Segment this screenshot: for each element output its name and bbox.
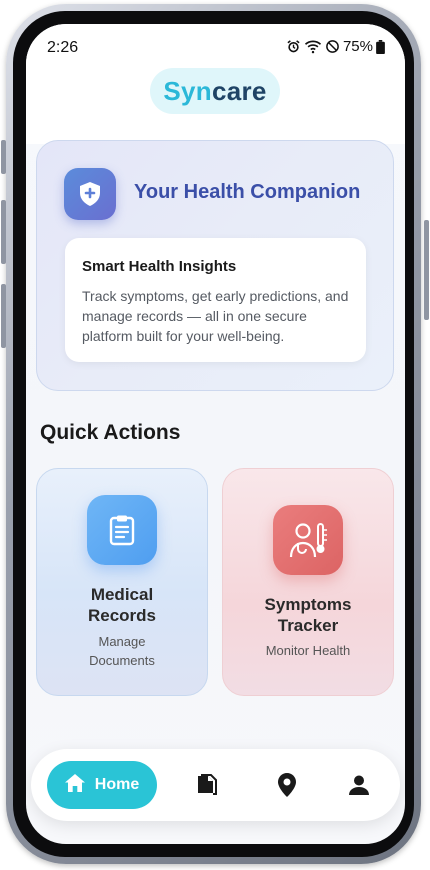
hero-title: Your Health Companion [134, 181, 361, 203]
symptoms-tracker-title-2: Tracker [277, 616, 339, 635]
symptoms-tracker-sub: Monitor Health [265, 643, 351, 658]
symptoms-tracker-title-1: Symptoms [264, 595, 352, 614]
person-icon[interactable] [346, 772, 372, 798]
app-logo: Syn care [150, 68, 280, 114]
do-not-disturb-icon [325, 39, 340, 54]
medical-records-title-2: Records [87, 606, 157, 625]
nav-home-button[interactable]: Home [47, 761, 157, 809]
battery-icon [376, 39, 385, 54]
wifi-icon [304, 39, 322, 54]
doctor-thermometer-icon [273, 505, 343, 575]
medical-records-sub-1: Manage [98, 634, 146, 649]
phone-button-action [1, 140, 6, 174]
home-icon [64, 773, 85, 797]
medical-records-title-1: Medical [90, 585, 154, 604]
status-bar: 2:26 75% [26, 24, 405, 74]
bottom-navigation: Home [31, 749, 400, 821]
location-pin-icon[interactable] [274, 772, 300, 798]
nav-home-label: Home [94, 776, 140, 793]
insight-title: Smart Health Insights [82, 258, 237, 275]
health-companion-card: Your Health Companion Smart Health Insig… [36, 140, 394, 391]
phone-button-volume-up [1, 200, 6, 264]
clipboard-icon [87, 495, 157, 565]
insight-card: Smart Health Insights Track symptoms, ge… [65, 238, 366, 362]
documents-icon[interactable] [194, 772, 220, 798]
quick-actions-title: Quick Actions [40, 421, 181, 444]
logo-syn: Syn [163, 75, 212, 106]
phone-button-power [424, 220, 429, 320]
alarm-icon [286, 39, 301, 54]
app-screen: 2:26 75% Syncare Your Health Companion [26, 24, 405, 844]
phone-button-volume-down [1, 284, 6, 348]
symptoms-tracker-card[interactable]: Symptoms Tracker Monitor Health [222, 468, 394, 696]
logo-care: care [211, 75, 267, 106]
medical-records-card[interactable]: Medical Records Manage Documents [36, 468, 208, 696]
medical-records-sub-2: Documents [89, 653, 155, 668]
battery-level: 75% [342, 38, 373, 55]
app-header: Syn care [26, 68, 405, 144]
shield-plus-icon [64, 168, 116, 220]
status-icons: 75% [286, 38, 385, 55]
insight-body: Track symptoms, get early predictions, a… [82, 288, 349, 344]
status-time: 2:26 [47, 39, 79, 56]
